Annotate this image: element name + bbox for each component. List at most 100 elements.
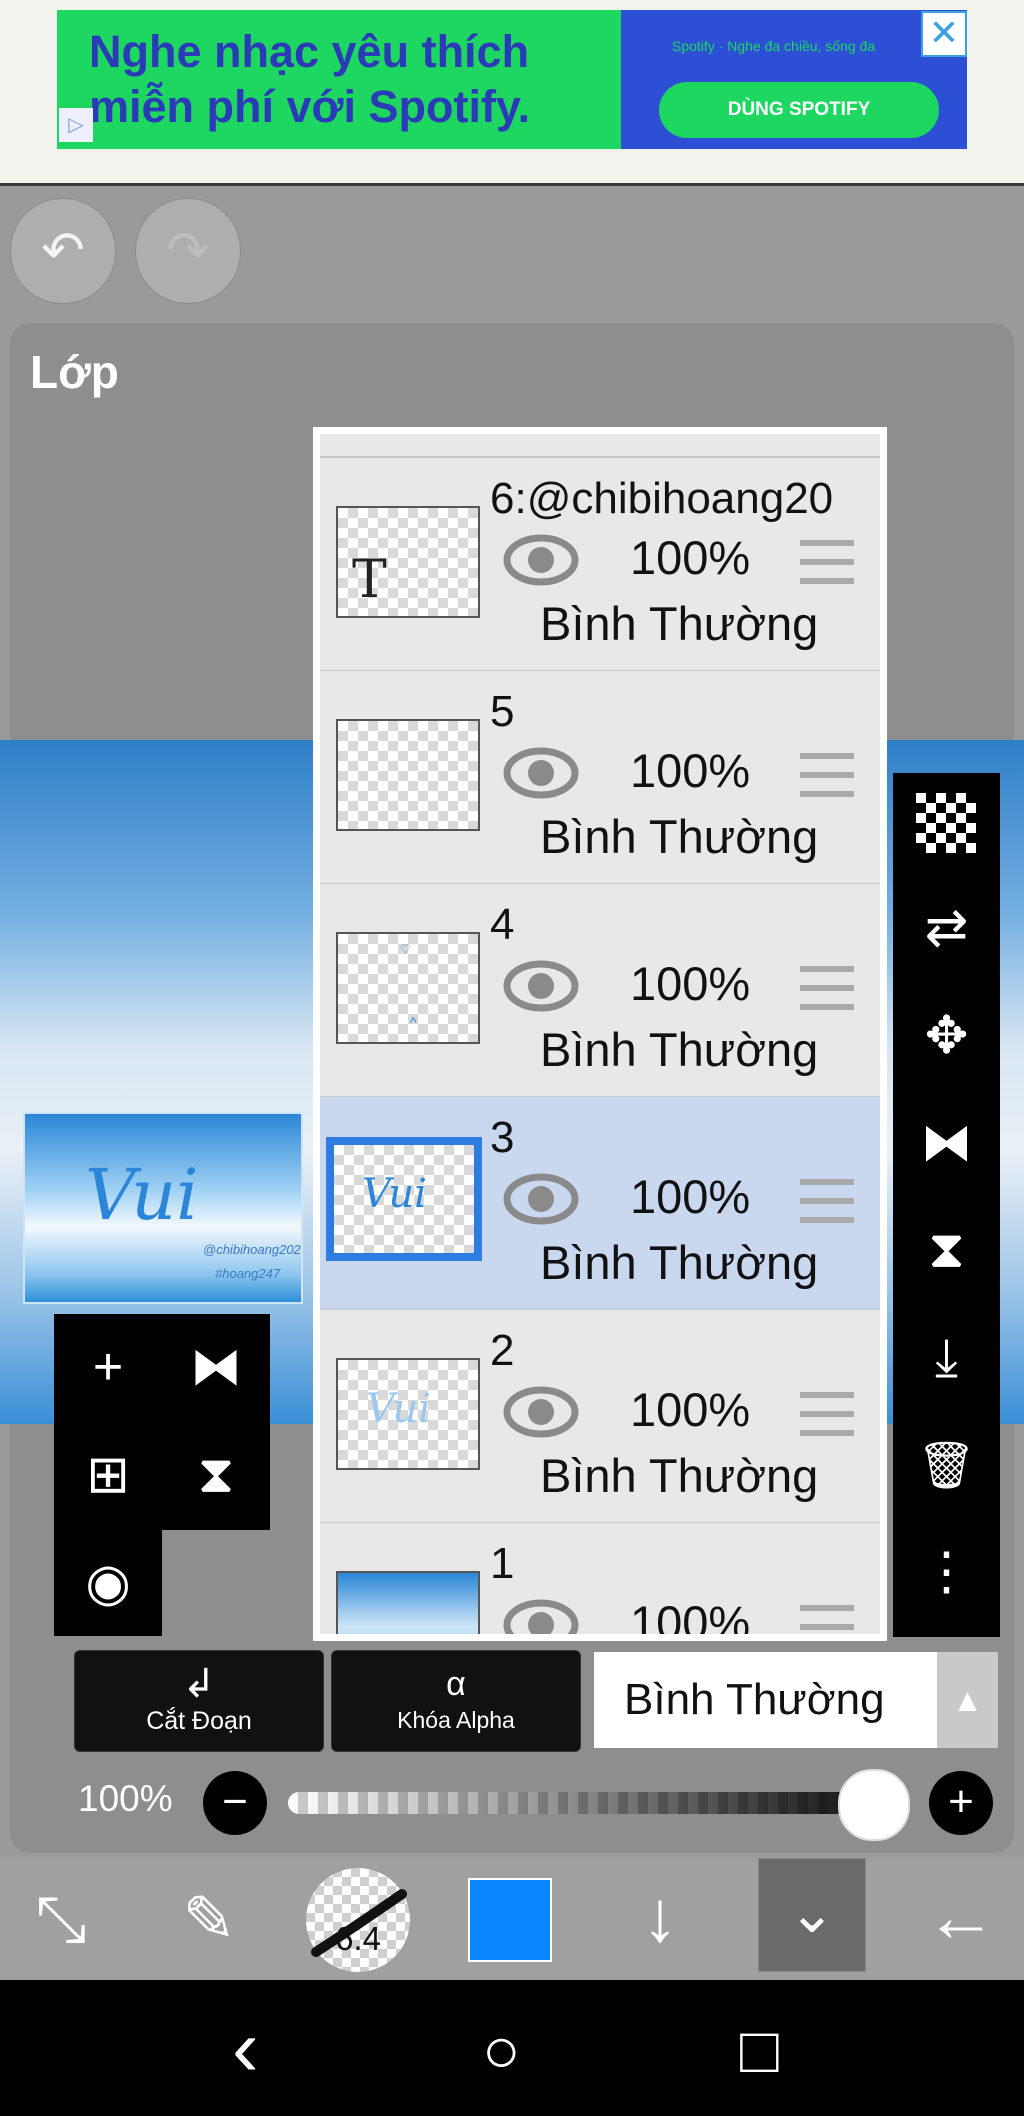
- add-layer-icon[interactable]: +: [73, 1332, 143, 1402]
- layers-button-active[interactable]: ⌄: [758, 1858, 866, 1972]
- layer-row-2[interactable]: Vui 2 100% Bình Thường: [320, 1310, 880, 1524]
- arrow-down-icon[interactable]: ↓: [620, 1872, 700, 1962]
- redo-icon: ↷: [166, 222, 210, 280]
- opacity-minus-button[interactable]: −: [203, 1771, 267, 1835]
- drag-handle-icon[interactable]: [800, 540, 854, 584]
- move-icon[interactable]: ✥: [909, 999, 984, 1074]
- visibility-eye-icon[interactable]: [503, 745, 579, 801]
- preview-credit-2: #hoang247: [215, 1266, 281, 1281]
- duplicate-layer-icon[interactable]: ⊞: [73, 1440, 143, 1510]
- chevron-up-icon[interactable]: ▲: [937, 1652, 998, 1748]
- layer-name: 2: [490, 1326, 515, 1375]
- layer-blend-mode: Bình Thường: [540, 597, 819, 650]
- flip-horizontal-icon[interactable]: ⧓: [909, 1106, 984, 1181]
- layer-blend-mode: Bình Thường: [540, 1236, 819, 1289]
- layer-thumbnail: ♡ ^: [336, 932, 480, 1044]
- bird-doodle-icon: ^: [410, 1014, 417, 1030]
- brush-icon[interactable]: ✎: [166, 1876, 252, 1962]
- bottom-toolbar: ⤡ ✎ 6.4 ↓ ←: [0, 1858, 1024, 1980]
- flip-vertical-icon[interactable]: ⧗: [181, 1440, 251, 1510]
- clipping-label: Cắt Đoạn: [146, 1707, 252, 1735]
- layer-blend-mode: Bình Thường: [540, 1449, 819, 1502]
- layer-thumbnail: Vui: [336, 1358, 480, 1470]
- layer-row-3-selected[interactable]: Vui 3 100% Bình Thường: [320, 1097, 880, 1311]
- flip-vertical-icon[interactable]: ⧗: [909, 1213, 984, 1288]
- layer-name: 5: [490, 687, 515, 736]
- preview-credit-1: @chibihoang2022: [203, 1242, 303, 1257]
- chevron-down-icon: ⌄: [788, 1881, 836, 1944]
- drag-handle-icon[interactable]: [800, 1605, 854, 1634]
- layer-thumbnail: T: [336, 506, 480, 618]
- layer-row-5[interactable]: 5 100% Bình Thường: [320, 671, 880, 885]
- blend-mode-select[interactable]: Bình Thường ▲: [594, 1652, 998, 1748]
- brush-size-button[interactable]: 6.4: [306, 1868, 410, 1972]
- layer-opacity: 100%: [630, 957, 751, 1010]
- panel-title: Lớp: [30, 346, 119, 398]
- layer-row-6[interactable]: T 6:@chibihoang20 100% Bình Thường: [320, 458, 880, 672]
- layer-thumbnail: [336, 719, 480, 831]
- drag-handle-icon[interactable]: [800, 966, 854, 1010]
- ad-creative[interactable]: Nghe nhạc yêu thích miễn phí với Spotify…: [57, 10, 967, 149]
- layer-row-1[interactable]: 1 100%: [320, 1523, 880, 1634]
- nav-back-icon[interactable]: ‹: [232, 2008, 259, 2088]
- right-toolbar: ⇄ ✥ ⧓ ⧗ ⤓ 🗑 ⋮: [893, 773, 1000, 1637]
- trash-icon[interactable]: 🗑: [909, 1428, 984, 1503]
- brush-size-value: 6.4: [335, 1920, 381, 1957]
- layer-opacity: 100%: [630, 1170, 751, 1223]
- visibility-eye-icon[interactable]: [503, 1384, 579, 1440]
- ad-cta-button[interactable]: DÙNG SPOTIFY: [659, 82, 939, 138]
- layer-list-scroll[interactable]: T 6:@chibihoang20 100% Bình Thường 5 100…: [320, 434, 880, 1634]
- visibility-eye-icon[interactable]: [503, 1597, 579, 1634]
- drag-handle-icon[interactable]: [800, 753, 854, 797]
- lock-icon: α: [446, 1665, 466, 1703]
- canvas-preview[interactable]: Vui @chibihoang2022 #hoang247: [23, 1112, 303, 1304]
- visibility-eye-icon[interactable]: [503, 532, 579, 588]
- layer-row-partial: [320, 434, 880, 458]
- layer-blend-mode: Bình Thường: [540, 810, 819, 863]
- drag-handle-icon[interactable]: [800, 1392, 854, 1436]
- thumb-word: Vui: [362, 1171, 427, 1217]
- layer-row-4[interactable]: ♡ ^ 4 100% Bình Thường: [320, 884, 880, 1098]
- layer-list[interactable]: T 6:@chibihoang20 100% Bình Thường 5 100…: [313, 427, 887, 1641]
- ad-close-icon[interactable]: ✕: [921, 11, 967, 57]
- ad-banner[interactable]: Nghe nhạc yêu thích miễn phí với Spotify…: [0, 0, 1024, 186]
- opacity-plus-button[interactable]: +: [929, 1771, 993, 1835]
- merge-down-icon[interactable]: ⤓: [909, 1321, 984, 1396]
- ad-headline-line1: Nghe nhạc yêu thích: [89, 26, 530, 77]
- ad-headline: Nghe nhạc yêu thích miễn phí với Spotify…: [89, 24, 649, 134]
- clipping-icon: ↲: [182, 1662, 216, 1706]
- text-layer-icon: T: [352, 550, 387, 610]
- redo-button[interactable]: ↷: [135, 198, 241, 304]
- opacity-label: 100%: [78, 1778, 173, 1819]
- visibility-eye-icon[interactable]: [503, 1171, 579, 1227]
- layer-opacity: 100%: [630, 531, 751, 584]
- layer-thumbnail: Vui: [326, 1137, 482, 1261]
- back-arrow-icon[interactable]: ←: [916, 1872, 1006, 1962]
- layer-name: 6:@chibihoang20: [490, 474, 834, 523]
- nav-home-icon[interactable]: ○: [482, 2010, 521, 2090]
- system-nav-bar: ‹ ○ □: [0, 1980, 1024, 2116]
- visibility-eye-icon[interactable]: [503, 958, 579, 1014]
- opacity-slider-track[interactable]: [288, 1792, 884, 1814]
- undo-button[interactable]: ↶: [10, 198, 116, 304]
- heart-doodle-icon: ♡: [400, 942, 411, 956]
- alpha-lock-button[interactable]: α Khóa Alpha: [331, 1650, 581, 1752]
- transform-icon[interactable]: ⤡: [18, 1876, 104, 1962]
- more-options-icon[interactable]: ⋮: [909, 1535, 984, 1610]
- ad-choices-icon[interactable]: ▷: [59, 108, 93, 142]
- transparency-checker-icon[interactable]: [916, 793, 976, 853]
- opacity-slider-thumb[interactable]: [838, 1769, 910, 1841]
- nav-recents-icon[interactable]: □: [740, 2010, 779, 2090]
- layer-name: 4: [490, 900, 515, 949]
- flip-horizontal-icon[interactable]: ⧓: [181, 1332, 251, 1402]
- layer-thumbnail: [336, 1571, 480, 1634]
- ad-headline-line2: miễn phí với Spotify.: [89, 81, 531, 132]
- alpha-lock-label: Khóa Alpha: [397, 1707, 515, 1733]
- clipping-button[interactable]: ↲ Cắt Đoạn: [74, 1650, 324, 1752]
- color-swatch[interactable]: [468, 1878, 552, 1962]
- layer-name: 1: [490, 1539, 515, 1588]
- drag-handle-icon[interactable]: [800, 1179, 854, 1223]
- camera-icon[interactable]: ◉: [73, 1548, 143, 1618]
- swap-layers-icon[interactable]: ⇄: [909, 891, 984, 966]
- thumb-word: Vui: [366, 1386, 431, 1432]
